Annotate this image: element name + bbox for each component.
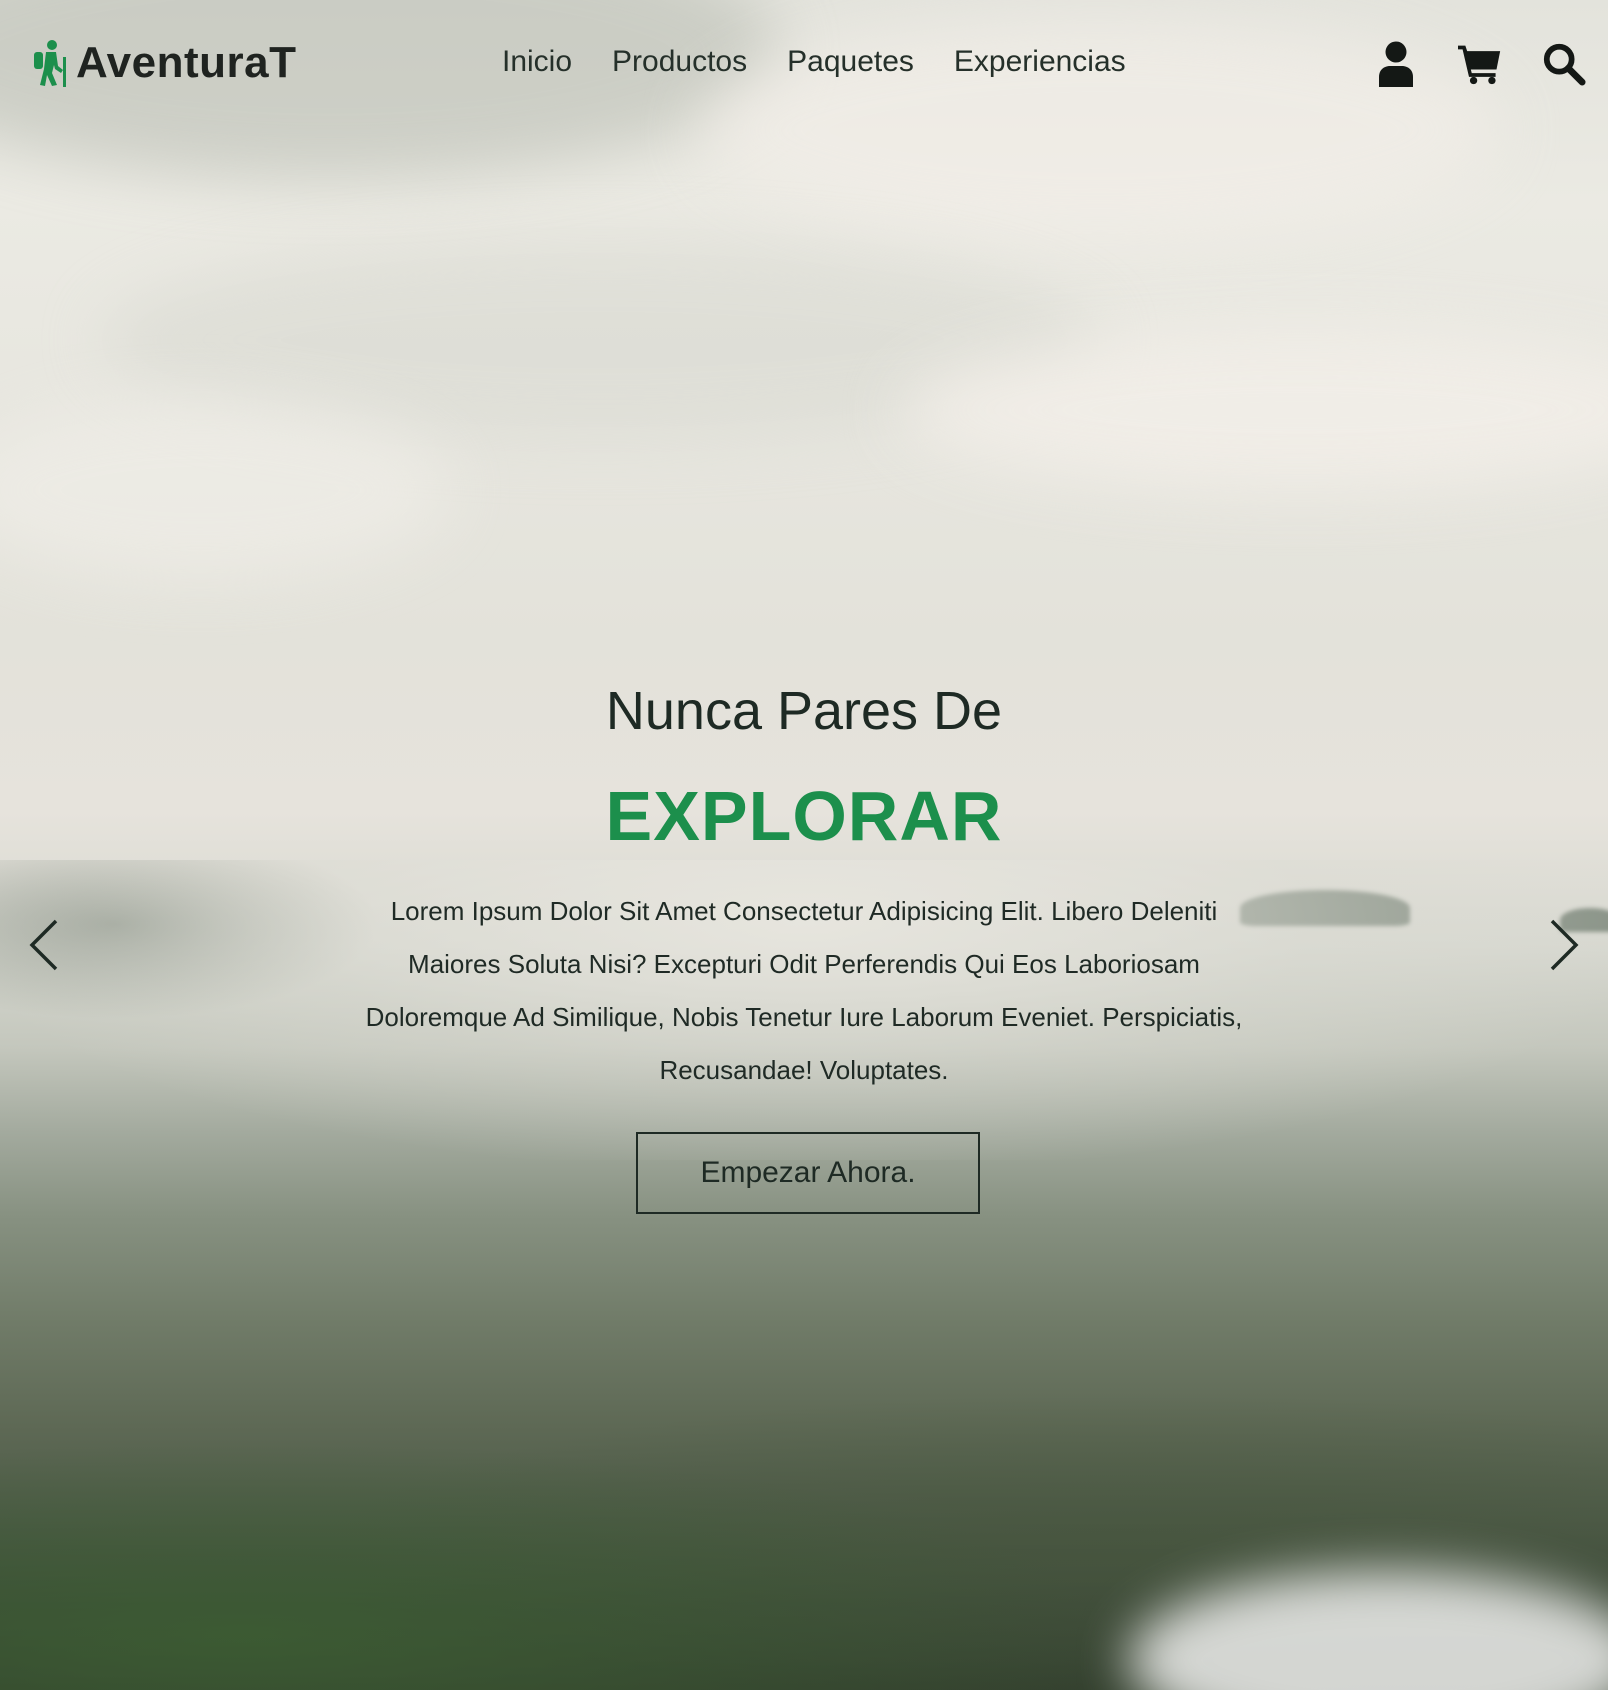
- site-header: AventuraT Inicio Productos Paquetes Expe…: [0, 0, 1608, 130]
- user-button[interactable]: [1374, 40, 1418, 88]
- nav-link-experiencias[interactable]: Experiencias: [954, 45, 1126, 79]
- hiker-icon: [34, 40, 66, 87]
- search-button[interactable]: [1542, 40, 1586, 88]
- hero-title: EXPLORAR: [605, 777, 1003, 855]
- cart-button[interactable]: [1458, 40, 1502, 88]
- nav-link-productos[interactable]: Productos: [612, 45, 747, 79]
- nav-link-inicio[interactable]: Inicio: [502, 45, 572, 79]
- hero-page: AventuraT Inicio Productos Paquetes Expe…: [0, 0, 1608, 1690]
- nav-link-paquetes[interactable]: Paquetes: [787, 45, 914, 79]
- cart-icon: [1458, 45, 1501, 85]
- carousel-prev-button[interactable]: [26, 915, 66, 975]
- brand-logo[interactable]: AventuraT: [30, 38, 296, 88]
- brand-name: AventuraT: [76, 38, 297, 87]
- chevron-left-icon: [29, 919, 58, 971]
- carousel-next-button[interactable]: [1542, 915, 1582, 975]
- start-now-button[interactable]: Empezar Ahora.: [636, 1132, 980, 1214]
- hero-description: Lorem Ipsum Dolor Sit Amet Consectetur A…: [365, 896, 1243, 1085]
- user-icon: [1379, 41, 1413, 87]
- main-nav: Inicio Productos Paquetes Experiencias: [502, 45, 1126, 79]
- hero-subtitle: Nunca Pares De: [605, 681, 1003, 741]
- search-icon: [1543, 43, 1586, 86]
- chevron-right-icon: [1550, 919, 1579, 971]
- header-actions: [1374, 40, 1586, 88]
